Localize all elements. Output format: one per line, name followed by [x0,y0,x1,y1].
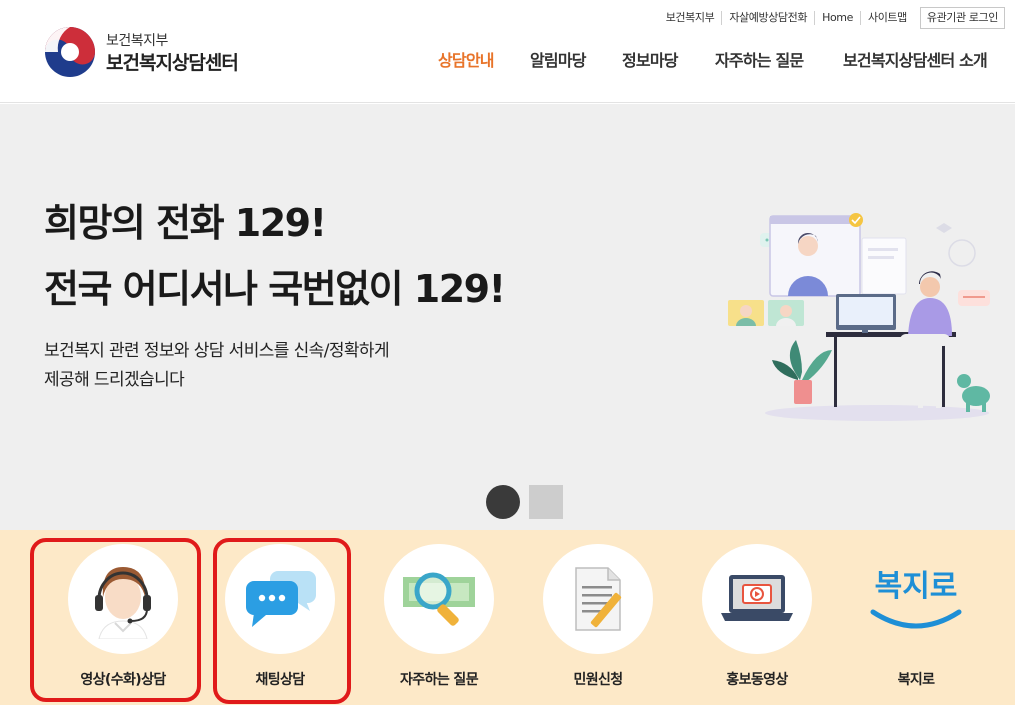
nav-item-info[interactable]: 정보마당 [622,47,678,71]
quick-item-icon-circle [384,544,494,654]
quick-item-promo-video[interactable]: 홍보동영상 [677,530,837,705]
quick-item-icon-circle [543,544,653,654]
quick-item-bokjiro[interactable]: 복지로 복지로 [836,530,996,705]
quick-item-faq[interactable]: 자주하는 질문 [359,530,519,705]
nav-item-faq[interactable]: 자주하는 질문 [715,47,804,71]
svg-text:복지로: 복지로 [875,569,958,604]
quick-item-icon-circle [702,544,812,654]
counselor-headset-icon [95,567,151,639]
site-name: 보건복지상담센터 [106,52,239,74]
quick-item-label: 영상(수화)상담 [80,672,166,688]
hero-subtitle-line1: 보건복지 관련 정보와 상담 서비스를 신속/정확하게 [44,341,390,361]
hero-title-line2: 전국 어디서나 국번없이 129! [44,267,506,311]
quick-item-label: 복지로 [897,672,935,688]
quick-item-label: 홍보동영상 [726,672,788,688]
partner-login-button[interactable]: 유관기관 로그인 [919,7,1005,29]
nav-item-about[interactable]: 보건복지상담센터 소개 [843,47,988,71]
hero-title-line1: 희망의 전화 129! [44,201,327,245]
site-logo[interactable]: 보건복지부 보건복지상담센터 [44,26,264,78]
laptop-video-icon [721,575,793,621]
site-header: 보건복지부 보건복지상담센터 보건복지부 자살예방상담전화 Home 사이트맵 … [0,0,1015,103]
document-pencil-icon [575,567,622,631]
nav-item-notices[interactable]: 알림마당 [530,47,586,71]
util-link-home[interactable]: Home [814,11,860,25]
slide-indicator-1[interactable] [486,485,520,519]
quick-item-video-counseling[interactable]: 영상(수화)상담 [43,530,203,705]
quick-item-label: 자주하는 질문 [400,672,479,688]
nav-item-counseling-guide[interactable]: 상담안내 [438,47,494,71]
utility-nav: 보건복지부 자살예방상담전화 Home 사이트맵 유관기관 로그인 [659,7,1005,29]
quick-item-icon-circle [225,544,335,654]
magnifier-icon [403,572,475,626]
quick-item-label: 채팅상담 [255,672,305,688]
taegeuk-logo-icon [45,27,95,77]
util-link-sitemap[interactable]: 사이트맵 [859,11,914,25]
quick-item-icon-circle [68,544,178,654]
slide-indicator-2[interactable] [529,485,563,519]
org-name: 보건복지부 [106,33,168,49]
util-link-mohw[interactable]: 보건복지부 [659,11,722,25]
util-link-suicide-prevention[interactable]: 자살예방상담전화 [721,11,814,25]
hero-subtitle-line2: 제공해 드리겠습니다 [44,370,185,390]
quick-menu: 영상(수화)상담 채팅상담 자주하는 질문 민원신청 홍보동영상 복지로 복지로 [0,530,1015,705]
main-nav: 상담안내 알림마당 정보마당 자주하는 질문 보건복지상담센터 소개 [430,47,1015,75]
chat-bubbles-icon [246,571,316,627]
online-counseling-illustration [728,213,990,421]
quick-item-civil-petition[interactable]: 민원신청 [518,530,678,705]
hero-banner: 희망의 전화 129! 전국 어디서나 국번없이 129! 보건복지 관련 정보… [0,104,1015,530]
bokjiro-logo: 복지로 [870,569,962,629]
quick-item-chat-counseling[interactable]: 채팅상담 [200,530,360,705]
quick-item-label: 민원신청 [573,672,623,688]
